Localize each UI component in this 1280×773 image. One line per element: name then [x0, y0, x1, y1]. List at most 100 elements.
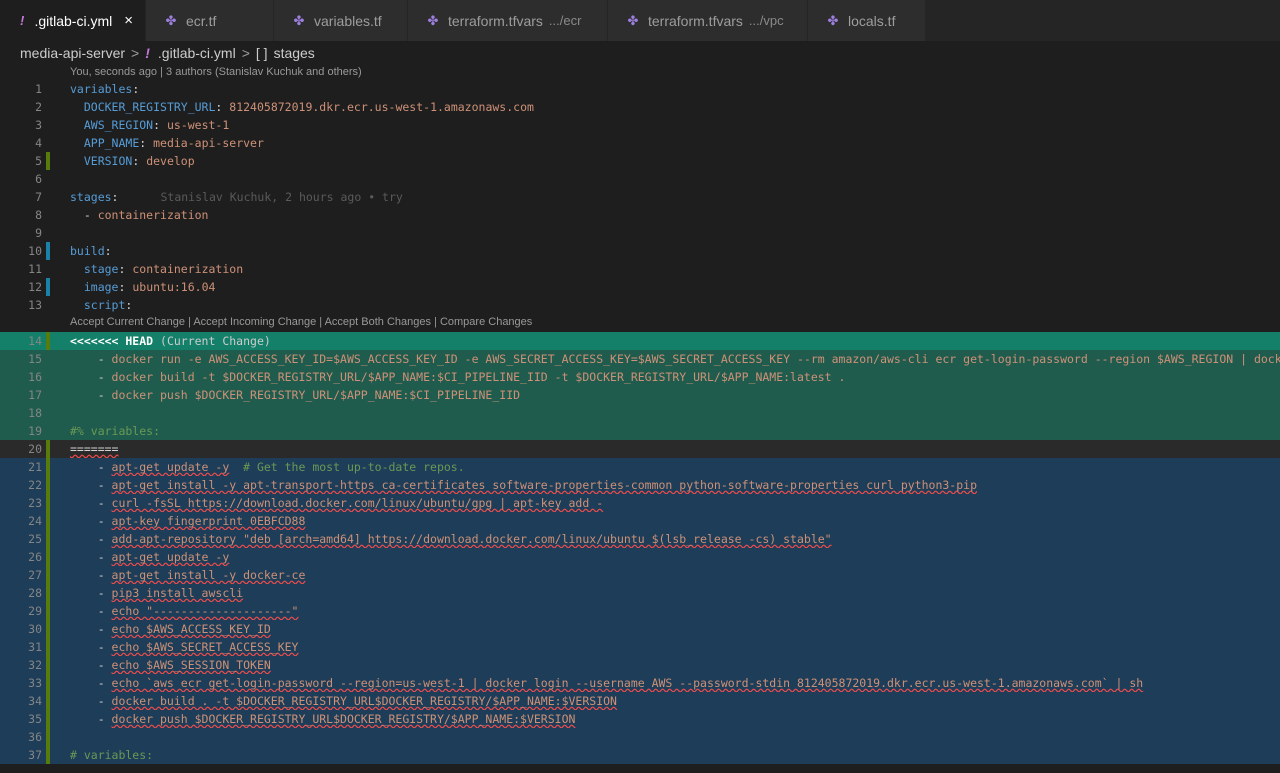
gutter-change-marker: [46, 602, 50, 620]
token: <<<<<<< HEAD: [70, 334, 154, 348]
token: -: [70, 712, 112, 726]
code-line[interactable]: 32 - echo $AWS_SESSION_TOKEN: [0, 656, 1280, 674]
tab-1[interactable]: ! .gitlab-ci.yml ×: [0, 0, 146, 41]
code-line[interactable]: 11 stage: containerization: [0, 260, 1280, 278]
tab-label: variables.tf: [314, 12, 382, 29]
tab-3[interactable]: ✤ variables.tf: [274, 0, 408, 41]
token: apt-get install -y docker-ce: [111, 568, 306, 582]
code-line[interactable]: 21 - apt-get update -y # Get the most up…: [0, 458, 1280, 476]
code-editor[interactable]: Accept Current Change | Accept Incoming …: [0, 80, 1280, 773]
close-icon[interactable]: ×: [124, 12, 133, 29]
token: VERSION: [83, 154, 133, 168]
line-content: - add-apt-repository "deb [arch=amd64] h…: [70, 530, 832, 548]
breadcrumb-symbol[interactable]: stages: [274, 45, 315, 61]
line-content: #% variables:: [70, 422, 160, 440]
code-line[interactable]: 25 - add-apt-repository "deb [arch=amd64…: [0, 530, 1280, 548]
line-content: <<<<<<< HEAD (Current Change): [70, 332, 271, 350]
chevron-right-icon: >: [131, 45, 140, 61]
terraform-file-icon: ✤: [165, 12, 177, 28]
code-line[interactable]: 12 image: ubuntu:16.04: [0, 278, 1280, 296]
code-line[interactable]: 5 VERSION: develop: [0, 152, 1280, 170]
code-line[interactable]: 16 - docker build -t $DOCKER_REGISTRY_UR…: [0, 368, 1280, 386]
code-line[interactable]: 22 - apt-get install -y apt-transport-ht…: [0, 476, 1280, 494]
tab-2[interactable]: ✤ ecr.tf: [146, 0, 274, 41]
token: :: [118, 262, 133, 276]
line-content: stages: Stanislav Kuchuk, 2 hours ago • t…: [70, 188, 403, 206]
code-line[interactable]: 33 - echo `aws ecr get-login-password --…: [0, 674, 1280, 692]
code-line[interactable]: 20 =======: [0, 440, 1280, 458]
code-line[interactable]: 36: [0, 728, 1280, 746]
tab-5[interactable]: ✤ terraform.tfvars .../vpc: [608, 0, 808, 41]
merge-conflict-codelens[interactable]: Accept Current Change | Accept Incoming …: [70, 316, 532, 328]
line-content: AWS_REGION: us-west-1: [70, 116, 229, 134]
code-line[interactable]: 3 AWS_REGION: us-west-1: [0, 116, 1280, 134]
line-number: 10: [28, 244, 42, 258]
tab-6[interactable]: ✤ locals.tf: [808, 0, 926, 41]
code-line[interactable]: 10 build:: [0, 242, 1280, 260]
token: us-west-1: [166, 118, 230, 132]
code-line[interactable]: 14 <<<<<<< HEAD (Current Change): [0, 332, 1280, 350]
line-content: - echo $AWS_SECRET_ACCESS_KEY: [70, 638, 299, 656]
code-line[interactable]: 17 - docker push $DOCKER_REGISTRY_URL/$A…: [0, 386, 1280, 404]
gutter-change-marker: [46, 332, 50, 350]
code-line[interactable]: 37 # variables:: [0, 746, 1280, 764]
code-line[interactable]: 29 - echo "--------------------": [0, 602, 1280, 620]
gutter-change-marker: [46, 530, 50, 548]
token: :: [153, 118, 167, 132]
tab-4[interactable]: ✤ terraform.tfvars .../ecr: [408, 0, 608, 41]
line-content: - apt-get install -y apt-transport-https…: [70, 476, 977, 494]
token: 812405872019.dkr.ecr.us-west-1.amazonaws…: [229, 100, 534, 114]
breadcrumb-project[interactable]: media-api-server: [20, 45, 125, 61]
token: develop: [146, 154, 195, 168]
token: :: [139, 136, 154, 150]
code-line[interactable]: 13 script:: [0, 296, 1280, 314]
token: -: [70, 514, 112, 528]
code-line[interactable]: 34 - docker build . -t $DOCKER_REGISTRY_…: [0, 692, 1280, 710]
code-line[interactable]: 6: [0, 170, 1280, 188]
code-line[interactable]: 4 APP_NAME: media-api-server: [0, 134, 1280, 152]
code-line[interactable]: 18: [0, 404, 1280, 422]
token: :: [111, 190, 119, 204]
code-line[interactable]: 15 - docker run -e AWS_ACCESS_KEY_ID=$AW…: [0, 350, 1280, 368]
token: -: [70, 460, 112, 474]
code-line[interactable]: 23 - curl -fsSL https://download.docker.…: [0, 494, 1280, 512]
code-line[interactable]: 35 - docker push $DOCKER_REGISTRY_URL$DO…: [0, 710, 1280, 728]
line-number: 23: [28, 496, 42, 510]
code-line[interactable]: 28 - pip3 install awscli: [0, 584, 1280, 602]
code-line[interactable]: 31 - echo $AWS_SECRET_ACCESS_KEY: [0, 638, 1280, 656]
gutter-change-marker: [46, 296, 50, 314]
code-line[interactable]: 8 - containerization: [0, 206, 1280, 224]
line-number: 24: [28, 514, 42, 528]
line-number: 9: [35, 226, 42, 240]
breadcrumb-file[interactable]: .gitlab-ci.yml: [158, 45, 236, 61]
array-symbol-icon: [ ]: [255, 45, 268, 61]
line-content: - docker run -e AWS_ACCESS_KEY_ID=$AWS_A…: [70, 350, 1280, 368]
line-number: 16: [28, 370, 42, 384]
code-line[interactable]: 9: [0, 224, 1280, 242]
token: echo $AWS_SESSION_TOKEN: [111, 658, 271, 672]
code-line[interactable]: 26 - apt-get update -y: [0, 548, 1280, 566]
code-line[interactable]: 30 - echo $AWS_ACCESS_KEY_ID: [0, 620, 1280, 638]
line-number: 3: [35, 118, 42, 132]
gutter-change-marker: [46, 368, 50, 386]
code-line[interactable]: 7 stages: Stanislav Kuchuk, 2 hours ago • …: [0, 188, 1280, 206]
code-line[interactable]: 1 variables:: [0, 80, 1280, 98]
code-line[interactable]: 2 DOCKER_REGISTRY_URL: 812405872019.dkr.…: [0, 98, 1280, 116]
line-content: - apt-key fingerprint 0EBFCD88: [70, 512, 306, 530]
token: -: [70, 208, 98, 222]
line-number: 13: [28, 298, 42, 312]
code-line[interactable]: 27 - apt-get install -y docker-ce: [0, 566, 1280, 584]
line-number: 8: [35, 208, 42, 222]
token: :: [125, 298, 133, 312]
blame-codelens[interactable]: You, seconds ago | 3 authors (Stanislav …: [70, 66, 362, 78]
code-line[interactable]: 19 #% variables:: [0, 422, 1280, 440]
line-content: variables:: [70, 80, 139, 98]
line-content: - curl -fsSL https://download.docker.com…: [70, 494, 603, 512]
gutter-change-marker: [46, 188, 50, 206]
token: stage: [83, 262, 119, 276]
tab-description: .../vpc: [748, 13, 784, 28]
gutter-change-marker: [46, 548, 50, 566]
gutter-change-marker: [46, 98, 50, 116]
code-line[interactable]: 24 - apt-key fingerprint 0EBFCD88: [0, 512, 1280, 530]
